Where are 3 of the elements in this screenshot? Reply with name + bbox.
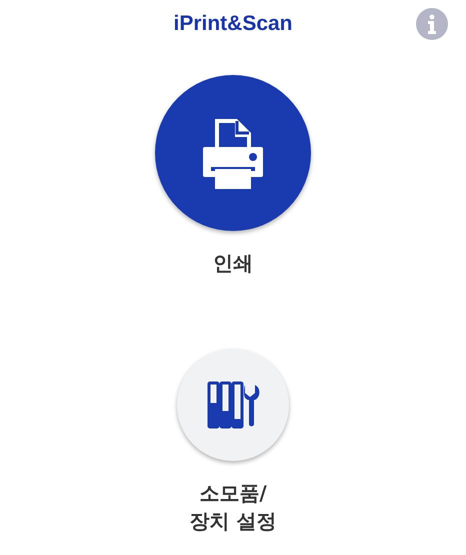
action-label: 소모품/ 장치 설정 — [190, 480, 276, 535]
app-title: iPrint&Scan — [173, 12, 293, 36]
action-label: 인쇄 — [213, 250, 253, 277]
